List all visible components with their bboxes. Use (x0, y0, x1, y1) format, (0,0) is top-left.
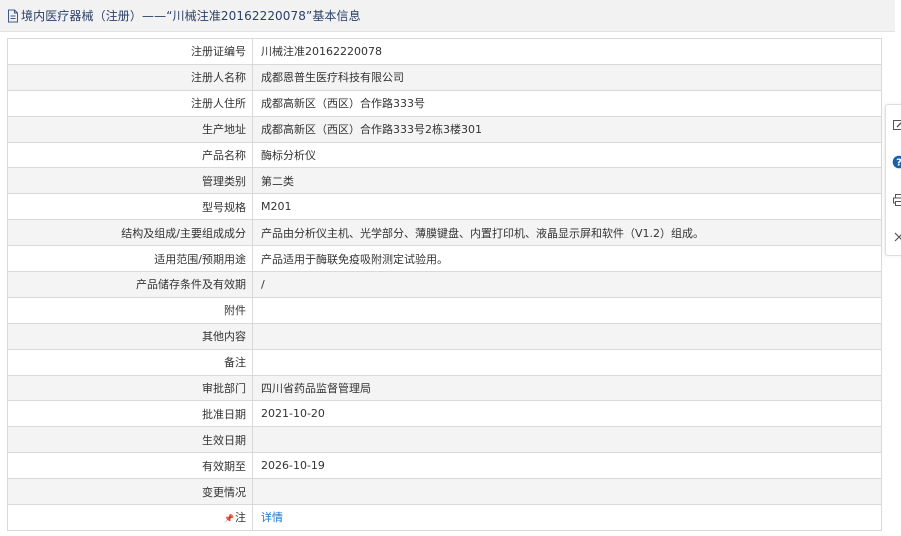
table-row: 其他内容 (7, 322, 882, 350)
field-value: 产品由分析仪主机、光学部分、薄膜键盘、内置打印机、液晶显示屏和软件（V1.2）组… (252, 219, 882, 247)
field-value (252, 322, 882, 350)
table-row-note: 📌注 详情 (7, 504, 882, 531)
table-row: 结构及组成/主要组成成分 产品由分析仪主机、光学部分、薄膜键盘、内置打印机、液晶显… (7, 219, 882, 247)
field-value: 川械注准20162220078 (252, 38, 882, 65)
svg-text:?: ? (896, 158, 901, 169)
table-row: 注册人名称 成都恩普生医疗科技有限公司 (7, 63, 882, 91)
field-value: 产品适用于酶联免疫吸附测定试验用。 (252, 245, 882, 273)
table-row: 注册证编号 川械注准20162220078 (7, 38, 882, 65)
table-row: 产品名称 酶标分析仪 (7, 141, 882, 169)
field-label: 注册人住所 (7, 89, 253, 117)
field-label: 附件 (7, 296, 253, 324)
field-label: 生产地址 (7, 115, 253, 143)
details-link[interactable]: 详情 (261, 511, 283, 524)
table-row: 产品储存条件及有效期 / (7, 271, 882, 298)
field-value (252, 426, 882, 454)
field-value: 酶标分析仪 (252, 141, 882, 169)
table-row: 变更情况 (7, 478, 882, 506)
field-value: 成都高新区（西区）合作路333号2栋3楼301 (252, 115, 882, 143)
field-label: 注册证编号 (7, 38, 253, 65)
table-row: 批准日期 2021-10-20 (7, 400, 882, 428)
page-header: 境内医疗器械（注册）——“川械注准20162220078”基本信息 (0, 0, 895, 32)
field-value: 成都恩普生医疗科技有限公司 (252, 63, 882, 91)
field-label: 结构及组成/主要组成成分 (7, 219, 253, 247)
note-value-cell: 详情 (252, 504, 882, 531)
field-label: 型号规格 (7, 193, 253, 221)
page-title: 境内医疗器械（注册）——“川械注准20162220078”基本信息 (21, 9, 361, 23)
note-label-cell: 📌注 (7, 504, 253, 531)
table-row: 附件 (7, 296, 882, 324)
help-icon[interactable]: ? (892, 155, 901, 169)
pin-icon: 📌 (224, 514, 234, 524)
table-row: 型号规格 M201 (7, 193, 882, 221)
note-label: 注 (235, 511, 246, 525)
table-row: 管理类别 第二类 (7, 167, 882, 195)
field-label: 适用范围/预期用途 (7, 245, 253, 273)
field-value: / (252, 271, 882, 298)
field-value (252, 296, 882, 324)
field-label: 产品储存条件及有效期 (7, 271, 253, 298)
table-row: 注册人住所 成都高新区（西区）合作路333号 (7, 89, 882, 117)
table-row: 适用范围/预期用途 产品适用于酶联免疫吸附测定试验用。 (7, 245, 882, 273)
field-label: 有效期至 (7, 452, 253, 480)
document-icon (7, 9, 19, 23)
table-row: 生效日期 (7, 426, 882, 454)
table-row: 备注 (7, 348, 882, 376)
field-value (252, 478, 882, 506)
field-value (252, 348, 882, 376)
field-label: 批准日期 (7, 400, 253, 428)
field-value: 成都高新区（西区）合作路333号 (252, 89, 882, 117)
field-value: 2026-10-19 (252, 452, 882, 480)
field-label: 注册人名称 (7, 63, 253, 91)
field-label: 产品名称 (7, 141, 253, 169)
field-label: 变更情况 (7, 478, 253, 506)
table-row: 生产地址 成都高新区（西区）合作路333号2栋3楼301 (7, 115, 882, 143)
field-value: 四川省药品监督管理局 (252, 374, 882, 402)
field-label: 管理类别 (7, 167, 253, 195)
edit-icon[interactable] (892, 118, 901, 132)
field-value: M201 (252, 193, 882, 221)
close-icon[interactable] (892, 230, 901, 244)
table-row: 有效期至 2026-10-19 (7, 452, 882, 480)
field-label: 其他内容 (7, 322, 253, 350)
print-icon[interactable] (892, 193, 901, 207)
field-label: 生效日期 (7, 426, 253, 454)
field-value: 2021-10-20 (252, 400, 882, 428)
info-table: 注册证编号 川械注准20162220078 注册人名称 成都恩普生医疗科技有限公司 注册… (7, 38, 882, 531)
side-toolbar: ? (885, 104, 901, 256)
table-row: 审批部门 四川省药品监督管理局 (7, 374, 882, 402)
field-label: 审批部门 (7, 374, 253, 402)
field-label: 备注 (7, 348, 253, 376)
field-value: 第二类 (252, 167, 882, 195)
